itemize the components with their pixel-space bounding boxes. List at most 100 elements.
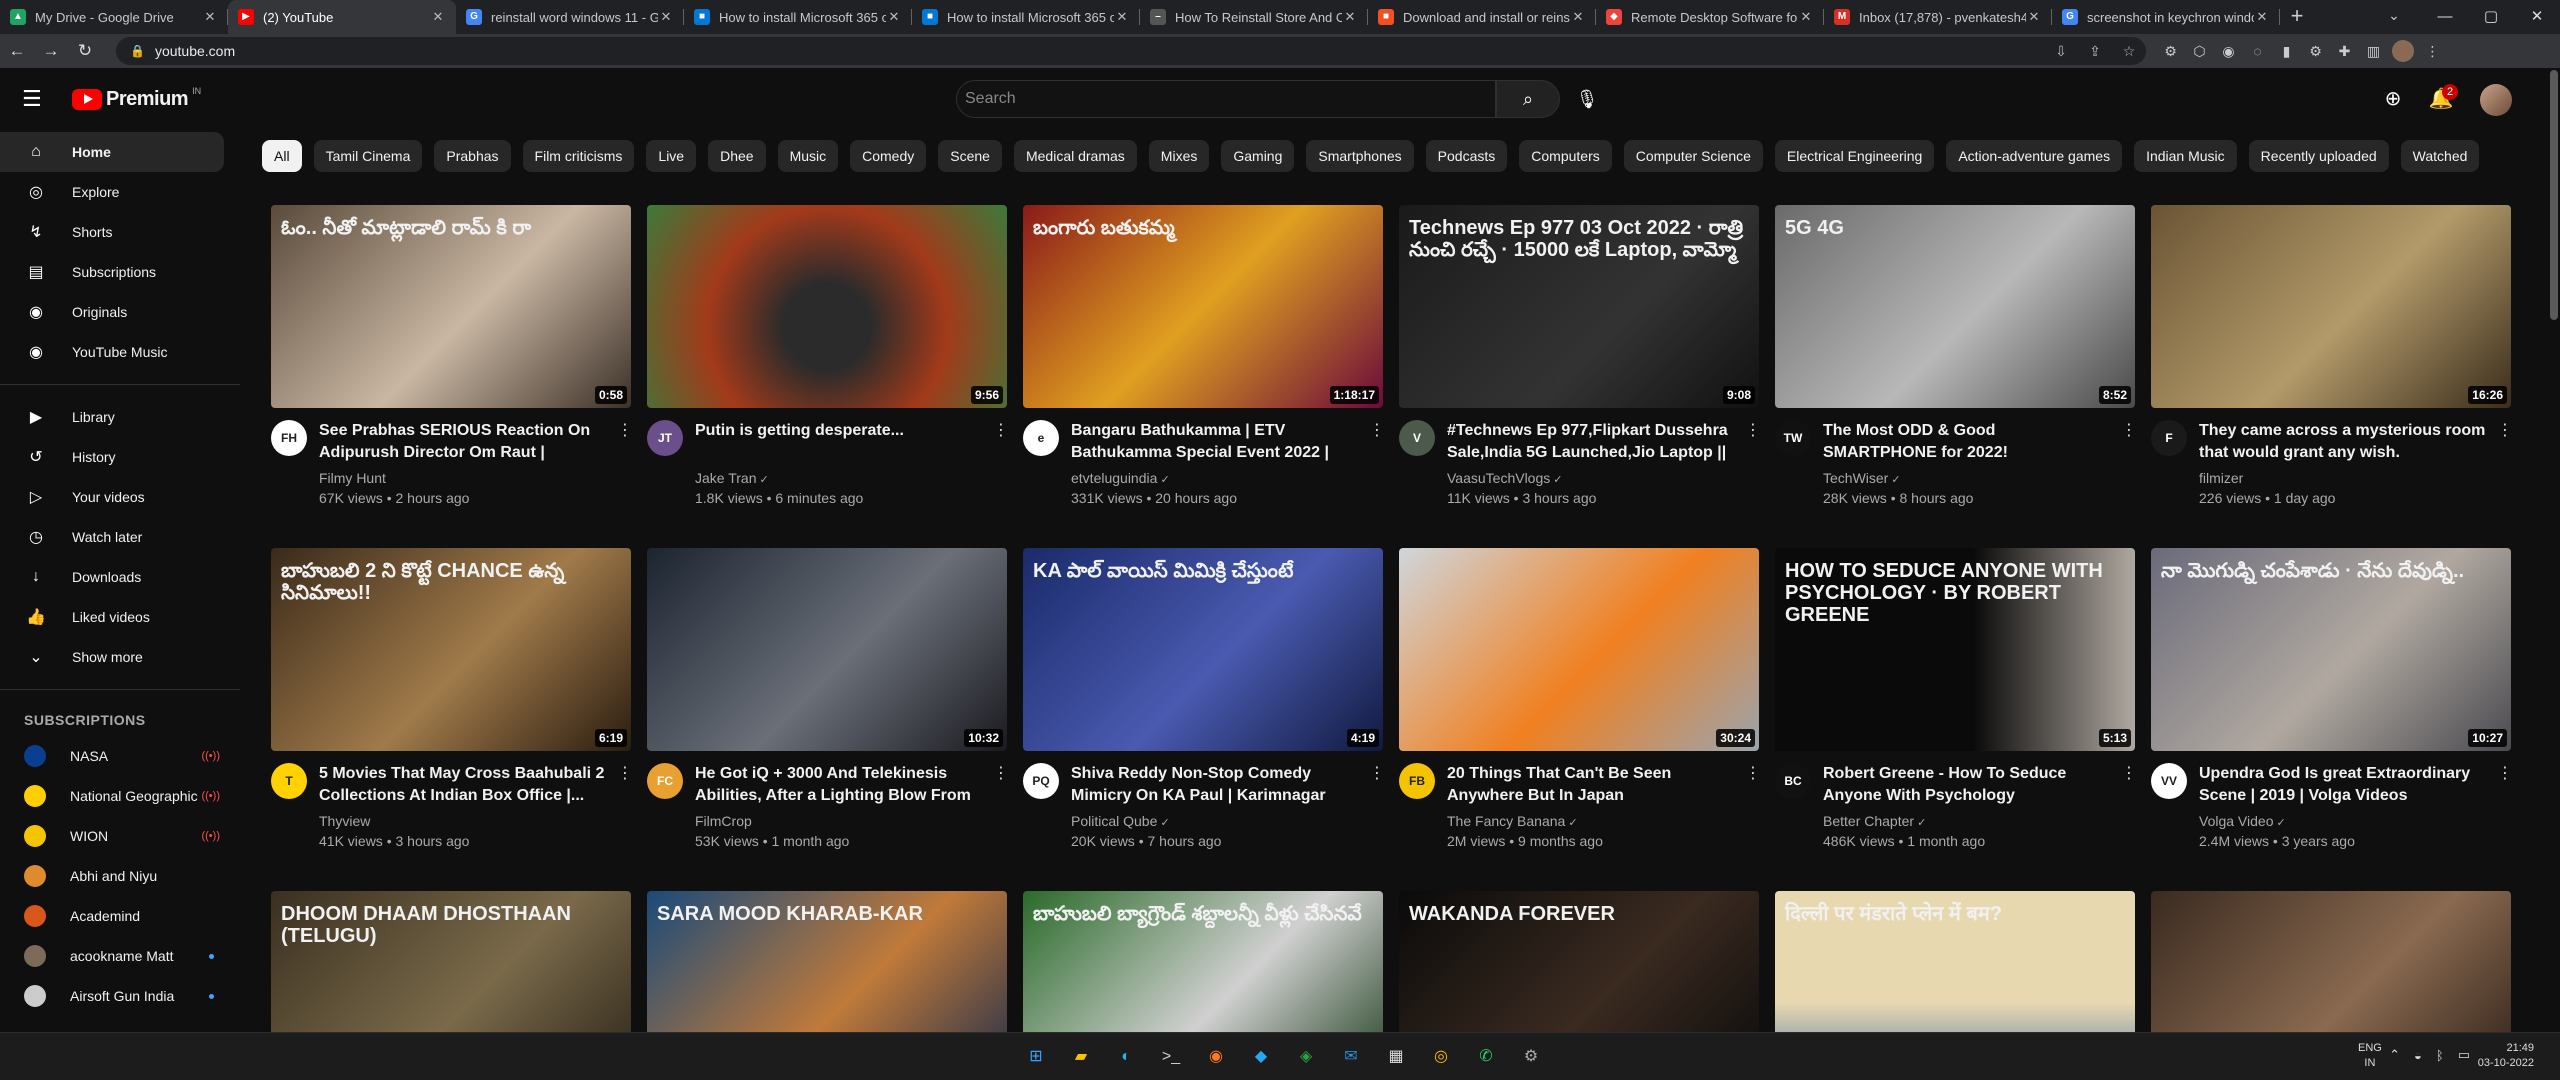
mail-icon[interactable]: ✉ bbox=[1335, 1041, 1367, 1073]
sidebar-item-originals[interactable]: ◉ Originals bbox=[0, 292, 240, 332]
close-tab-icon[interactable]: ✕ bbox=[2254, 9, 2270, 25]
filter-chip[interactable]: Live bbox=[646, 140, 697, 172]
channel-avatar[interactable]: FC bbox=[647, 763, 683, 799]
terminal-icon[interactable]: >_ bbox=[1155, 1041, 1187, 1073]
browser-tab[interactable]: ■ Download and install or reinsta ✕ bbox=[1368, 0, 1596, 34]
channel-name[interactable]: filmizer bbox=[2199, 470, 2243, 486]
video-title[interactable]: The Most ODD & Good SMARTPHONE for 2022! bbox=[1823, 420, 2113, 464]
extension-icon[interactable]: ◌ bbox=[2243, 43, 2272, 59]
filter-chip[interactable]: Medical dramas bbox=[1013, 140, 1137, 172]
close-tab-icon[interactable]: ✕ bbox=[430, 9, 446, 25]
video-thumbnail[interactable]: బాహుబలి 2 ని కొట్టే CHANCE ఉన్న సినిమాలు… bbox=[271, 548, 631, 751]
filter-chip[interactable]: Watched bbox=[2400, 140, 2480, 172]
settings-icon[interactable]: ⚙ bbox=[1515, 1041, 1547, 1073]
subscription-item[interactable]: NASA ((•)) bbox=[0, 736, 240, 776]
video-title[interactable]: Putin is getting desperate... bbox=[695, 420, 985, 442]
filter-chip[interactable]: Comedy bbox=[850, 140, 927, 172]
video-thumbnail[interactable]: Technews Ep 977 03 Oct 2022 · రాత్రి నుం… bbox=[1399, 205, 1759, 408]
channel-avatar[interactable]: TW bbox=[1775, 420, 1811, 456]
git-icon[interactable]: ◈ bbox=[1290, 1041, 1322, 1073]
channel-avatar[interactable]: FB bbox=[1399, 763, 1435, 799]
new-tab-icon[interactable]: + bbox=[2280, 0, 2314, 34]
channel-name[interactable]: Thyview bbox=[319, 813, 370, 829]
file-explorer-icon[interactable]: ▰ bbox=[1065, 1041, 1097, 1073]
browser-tab[interactable]: ▶ (2) YouTube ✕ bbox=[228, 0, 456, 34]
filter-chip[interactable]: Film criticisms bbox=[522, 140, 635, 172]
calendar-icon[interactable]: ▦ bbox=[1380, 1041, 1412, 1073]
hamburger-menu-icon[interactable]: ☰ bbox=[22, 88, 46, 112]
channel-avatar[interactable]: PQ bbox=[1023, 763, 1059, 799]
extension-icon[interactable]: ▮ bbox=[2272, 43, 2301, 60]
video-thumbnail[interactable]: నా మొగుడ్ని చంపేశాడు · నేను దేవుడ్ని.. 10… bbox=[2151, 548, 2511, 751]
browser-tab[interactable]: – How To Reinstall Store And Oth ✕ bbox=[1140, 0, 1368, 34]
filter-chip[interactable]: Mixes bbox=[1148, 140, 1210, 172]
channel-name[interactable]: TechWiser ✓ bbox=[1823, 470, 1901, 486]
video-title[interactable]: Upendra God Is great Extraordinary Scene… bbox=[2199, 763, 2489, 807]
channel-name[interactable]: FilmCrop bbox=[695, 813, 752, 829]
subscription-item[interactable]: WION ((•)) bbox=[0, 816, 240, 856]
sidebar-item-subscriptions[interactable]: ▤ Subscriptions bbox=[0, 252, 240, 292]
video-title[interactable]: He Got iQ + 3000 And Telekinesis Abiliti… bbox=[695, 763, 985, 807]
close-tab-icon[interactable]: ✕ bbox=[1798, 9, 1814, 25]
extension-icon[interactable]: ⚙ bbox=[2156, 43, 2185, 60]
share-icon[interactable]: ⇪ bbox=[2078, 43, 2112, 60]
more-actions-icon[interactable]: ⋮ bbox=[2121, 420, 2137, 440]
video-thumbnail[interactable]: 9:56 bbox=[647, 205, 1007, 408]
minimize-icon[interactable]: — bbox=[2422, 0, 2468, 34]
channel-name[interactable]: Filmy Hunt bbox=[319, 470, 386, 486]
sidebar-item-home[interactable]: ⌂ Home bbox=[0, 132, 224, 172]
edge-icon[interactable]: ◐ bbox=[1110, 1041, 1142, 1073]
account-avatar[interactable] bbox=[2480, 84, 2512, 116]
channel-name[interactable]: Better Chapter ✓ bbox=[1823, 813, 1926, 829]
install-app-icon[interactable]: ⇩ bbox=[2044, 43, 2078, 60]
reload-icon[interactable]: ↻ bbox=[68, 34, 102, 68]
filter-chip[interactable]: Dhee bbox=[708, 140, 766, 172]
close-tab-icon[interactable]: ✕ bbox=[202, 9, 218, 25]
video-thumbnail[interactable]: 30:24 bbox=[1399, 548, 1759, 751]
more-actions-icon[interactable]: ⋮ bbox=[2497, 763, 2513, 783]
sidebar-item-shorts[interactable]: ↯ Shorts bbox=[0, 212, 240, 252]
subscription-item[interactable]: acookname Matt bbox=[0, 936, 240, 976]
channel-avatar[interactable]: F bbox=[2151, 420, 2187, 456]
subscription-item[interactable]: Abhi and Niyu bbox=[0, 856, 240, 896]
sidebar-item-watch-later[interactable]: ◷ Watch later bbox=[0, 517, 240, 557]
subscription-item[interactable]: National Geographic ((•)) bbox=[0, 776, 240, 816]
more-actions-icon[interactable]: ⋮ bbox=[993, 420, 1009, 440]
video-title[interactable]: They came across a mysterious room that … bbox=[2199, 420, 2489, 464]
video-thumbnail[interactable]: బంగారు బతుకమ్మ 1:18:17 bbox=[1023, 205, 1383, 408]
video-title[interactable]: 20 Things That Can't Be Seen Anywhere Bu… bbox=[1447, 763, 1737, 807]
video-title[interactable]: Bangaru Bathukamma | ETV Bathukamma Spec… bbox=[1071, 420, 1361, 464]
browser-tab[interactable]: ◆ Remote Desktop Software for ✕ bbox=[1596, 0, 1824, 34]
browser-tab[interactable]: ▲ My Drive - Google Drive ✕ bbox=[0, 0, 228, 34]
sidebar-item-show-more[interactable]: ⌄ Show more bbox=[0, 637, 240, 677]
channel-avatar[interactable]: e bbox=[1023, 420, 1059, 456]
channel-name[interactable]: The Fancy Banana ✓ bbox=[1447, 813, 1578, 829]
video-title[interactable]: See Prabhas SERIOUS Reaction On Adipurus… bbox=[319, 420, 609, 464]
channel-avatar[interactable]: VV bbox=[2151, 763, 2187, 799]
puzzle-extensions-icon[interactable]: ✚ bbox=[2330, 43, 2359, 60]
firefox-icon[interactable]: ◉ bbox=[1200, 1041, 1232, 1073]
channel-name[interactable]: Volga Video ✓ bbox=[2199, 813, 2286, 829]
close-tab-icon[interactable]: ✕ bbox=[1342, 9, 1358, 25]
more-actions-icon[interactable]: ⋮ bbox=[617, 763, 633, 783]
channel-name[interactable]: VaasuTechVlogs ✓ bbox=[1447, 470, 1563, 486]
sidebar-item-liked-videos[interactable]: 👍 Liked videos bbox=[0, 597, 240, 637]
close-tab-icon[interactable]: ✕ bbox=[886, 9, 902, 25]
close-tab-icon[interactable]: ✕ bbox=[658, 9, 674, 25]
video-thumbnail[interactable]: 16:26 bbox=[2151, 205, 2511, 408]
extension-icon[interactable]: ◉ bbox=[2214, 43, 2243, 60]
side-panel-icon[interactable]: ▥ bbox=[2359, 43, 2388, 60]
filter-chip[interactable]: Action-adventure games bbox=[1946, 140, 2123, 172]
filter-chip[interactable]: Computers bbox=[1519, 140, 1612, 172]
system-clock[interactable]: 21:49 03-10-2022 bbox=[2466, 1041, 2534, 1071]
filter-chip[interactable]: Scene bbox=[938, 140, 1002, 172]
profile-avatar[interactable] bbox=[2392, 40, 2414, 62]
voice-search-button[interactable]: 🎙 bbox=[1568, 80, 1606, 118]
bluetooth-icon[interactable]: ᛒ bbox=[2436, 1048, 2444, 1063]
forward-icon[interactable]: → bbox=[34, 34, 68, 68]
tab-search-icon[interactable]: ⌄ bbox=[2374, 0, 2414, 34]
channel-name[interactable]: Jake Tran ✓ bbox=[695, 470, 769, 486]
sidebar-item-library[interactable]: ▶ Library bbox=[0, 397, 240, 437]
channel-name[interactable]: Political Qube ✓ bbox=[1071, 813, 1170, 829]
video-thumbnail[interactable]: 5G 4G 8:52 bbox=[1775, 205, 2135, 408]
